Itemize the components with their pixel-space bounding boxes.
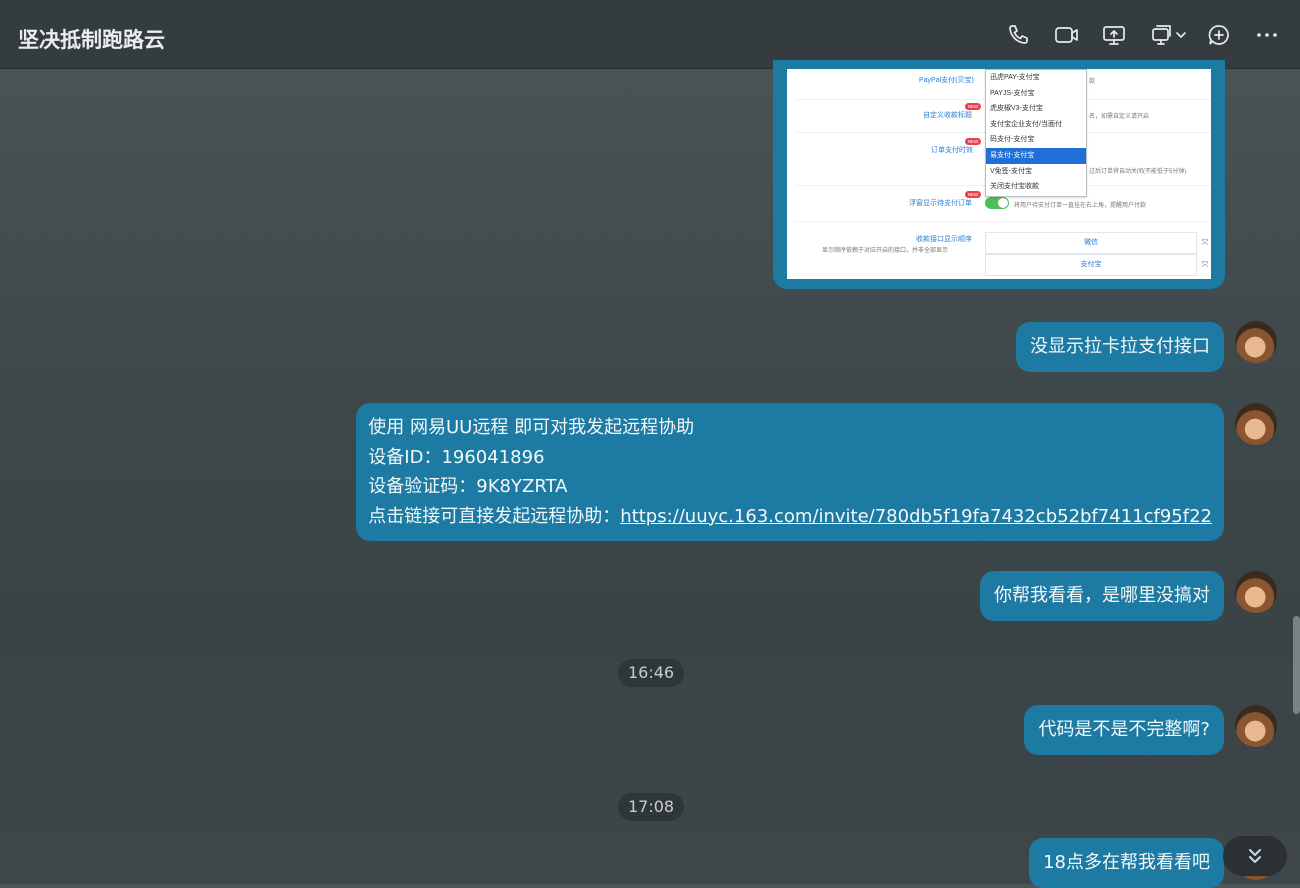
screen-share-icon[interactable] xyxy=(1101,22,1127,48)
avatar[interactable] xyxy=(1235,403,1277,445)
double-chevron-down-icon xyxy=(1249,849,1261,863)
shot-desc-custom-title: 名，如需自定义请开启 xyxy=(1089,114,1150,120)
dropdown-option[interactable]: PAYJS-支付宝 xyxy=(986,86,1086,102)
message-bubble[interactable]: 你帮我看看，是哪里没搞对 xyxy=(980,571,1224,621)
invite-link[interactable]: https://uuyc.163.com/invite/780db5f19fa7… xyxy=(620,506,1212,527)
message-line: 设备ID：196041896 xyxy=(368,446,545,468)
float-toggle[interactable] xyxy=(985,197,1009,209)
video-icon[interactable] xyxy=(1054,22,1080,48)
scroll-to-bottom-button[interactable] xyxy=(1223,836,1287,876)
order-item-wechat[interactable]: 微信 ⤧ xyxy=(985,232,1208,254)
dropdown-option[interactable]: 码支付-支付宝 xyxy=(986,132,1086,148)
shot-divider xyxy=(795,221,1211,222)
scrollbar-thumb[interactable] xyxy=(1293,616,1300,714)
payment-dropdown-list[interactable]: 迅虎PAY-支付宝 PAYJS-支付宝 虎皮椒V3-支付宝 支付宝企业支付/当面… xyxy=(985,69,1087,197)
message-bubble[interactable]: 18点多在帮我看看吧 xyxy=(1029,838,1224,888)
remote-desktop-icon[interactable] xyxy=(1148,22,1174,48)
shot-label-order: 收款接口显示顺序 xyxy=(916,236,972,243)
dropdown-option[interactable]: V免签-支付宝 xyxy=(986,164,1086,180)
new-badge: NEW xyxy=(965,191,981,198)
more-icon[interactable] xyxy=(1254,22,1280,48)
new-badge: NEW xyxy=(965,103,981,110)
dropdown-option[interactable]: 支付宝企业支付/当面付 xyxy=(986,117,1086,133)
shot-label-float: 浮窗显示待支付订单 xyxy=(909,200,972,207)
message-bubble[interactable]: 代码是不是不完整啊? xyxy=(1024,705,1224,755)
phone-icon[interactable] xyxy=(1006,22,1032,48)
message-bubble-remote-assist[interactable]: 使用 网易UU远程 即可对我发起远程协助 设备ID：196041896 设备验证… xyxy=(356,403,1224,541)
dropdown-option[interactable]: 虎皮椒V3-支付宝 xyxy=(986,101,1086,117)
dropdown-option-selected[interactable]: 易支付-支付宝 xyxy=(986,147,1086,164)
add-circle-icon[interactable] xyxy=(1206,22,1232,48)
avatar[interactable] xyxy=(1235,705,1277,747)
timestamp: 16:46 xyxy=(618,659,685,687)
timestamp: 17:08 xyxy=(618,793,685,821)
shot-desc-timeout: 过后订单将自动关闭(不能低于5分钟) xyxy=(1089,169,1187,175)
shot-desc-order: 显示顺序依赖于对应开启的接口，并非全部显示 xyxy=(822,248,949,254)
message-line: 使用 网易UU远程 即可对我发起远程协助 xyxy=(368,417,695,438)
message-line: 点击链接可直接发起远程协助：https://uuyc.163.com/invit… xyxy=(368,502,1212,532)
message-text: 点击链接可直接发起远程协助： xyxy=(368,505,621,527)
image-message-screenshot[interactable]: PayPal支付(贝宝) 款 自定义收款标题 NEW 名，如需自定义请开启 订单… xyxy=(787,69,1211,279)
move-icon[interactable]: ⤧ xyxy=(1202,260,1208,270)
avatar[interactable] xyxy=(1235,321,1277,363)
chevron-down-icon[interactable] xyxy=(1172,22,1190,48)
message-line: 设备验证码：9K8YZRTA xyxy=(368,476,568,497)
chat-title: 坚决抵制跑路云 xyxy=(18,28,165,52)
avatar[interactable] xyxy=(1235,571,1277,613)
shot-desc-float: 将用户待支付订单一直挂在右上角，提醒用户付款 xyxy=(1014,203,1147,209)
shot-desc-paypal: 款 xyxy=(1089,79,1096,85)
chat-header: 坚决抵制跑路云 xyxy=(0,0,1300,69)
move-icon[interactable]: ⤧ xyxy=(1202,238,1208,248)
order-item-alipay[interactable]: 支付宝 ⤧ xyxy=(985,254,1208,276)
message-bubble[interactable]: 没显示拉卡拉支付接口 xyxy=(1016,322,1224,372)
shot-label-timeout: 订单支付时效 xyxy=(931,147,973,154)
shot-label-paypal: PayPal支付(贝宝) xyxy=(919,77,974,84)
shot-label-custom-title: 自定义收款标题 xyxy=(923,112,972,119)
dropdown-option[interactable]: 迅虎PAY-支付宝 xyxy=(986,70,1086,86)
new-badge: NEW xyxy=(965,138,981,145)
dropdown-option[interactable]: 关闭支付宝收款 xyxy=(986,179,1086,195)
